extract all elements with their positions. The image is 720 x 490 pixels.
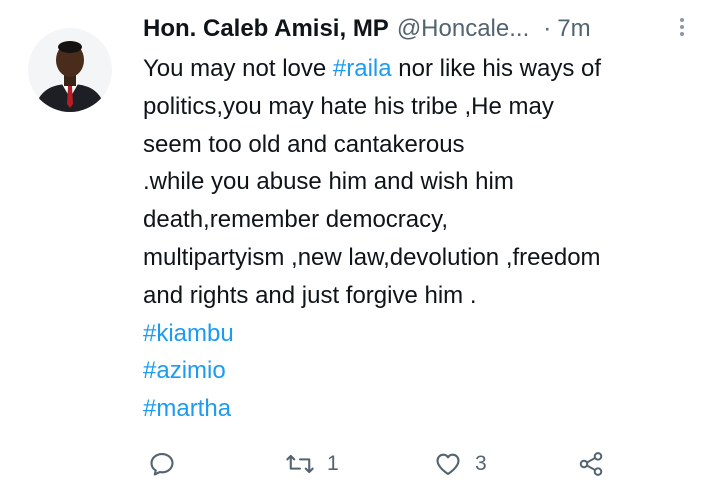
tweet-text-segment: politics,you may hate his tribe ,He may [143, 92, 554, 120]
share-button[interactable] [577, 450, 605, 478]
retweet-button[interactable]: 1 [285, 450, 339, 478]
timestamp[interactable]: 7m [557, 14, 590, 44]
tweet-line: and rights and just forgive him . [143, 277, 713, 315]
tweet-text-segment: and rights and just forgive him . [143, 281, 477, 309]
hashtag-link[interactable]: #raila [333, 55, 392, 82]
tweet-line: #martha [143, 390, 713, 428]
hashtag-link[interactable]: #martha [143, 395, 231, 422]
like-button[interactable]: 3 [433, 450, 487, 478]
tweet-line: multipartyism ,new law,devolution ,freed… [143, 239, 713, 277]
author-name[interactable]: Hon. Caleb Amisi, MP [143, 14, 389, 44]
retweet-count: 1 [327, 452, 339, 475]
tweet-header: Hon. Caleb Amisi, MP @Honcale... · 7m [143, 14, 591, 44]
reply-button[interactable] [148, 450, 176, 478]
tweet-line: death,remember democracy, [143, 201, 713, 239]
hashtag-link[interactable]: #azimio [143, 357, 226, 384]
reply-icon [150, 453, 174, 476]
share-icon [579, 452, 603, 476]
tweet-text-segment: nor like his ways of [391, 55, 602, 82]
tweet-line: .while you abuse him and wish him [143, 163, 713, 201]
tweet-line: #kiambu [143, 315, 713, 353]
retweet-icon [286, 454, 314, 474]
tweet-line: politics,you may hate his tribe ,He may [143, 88, 713, 126]
tweet-line: You may not love #raila nor like his way… [143, 50, 713, 88]
tweet-text-segment: You may not love [143, 55, 333, 82]
author-handle[interactable]: @Honcale... [397, 14, 529, 44]
tweet-line: #azimio [143, 352, 713, 390]
heart-icon [436, 453, 460, 475]
hashtag-link[interactable]: #kiambu [143, 320, 234, 347]
avatar[interactable] [28, 28, 112, 112]
tweet-line: seem too old and cantakerous [143, 126, 713, 164]
more-options-icon[interactable] [674, 16, 690, 38]
tweet-text-segment: multipartyism ,new law,devolution ,freed… [143, 243, 601, 271]
action-bar: 1 3 [0, 442, 720, 482]
separator-dot: · [543, 15, 552, 42]
tweet-text-segment: .while you abuse him and wish him [143, 168, 514, 196]
tweet-text-segment: seem too old and cantakerous [143, 130, 465, 158]
tweet-text: You may not love #raila nor like his way… [143, 50, 713, 428]
avatar-photo [28, 28, 112, 112]
tweet-text-segment: death,remember democracy, [143, 206, 449, 234]
like-count: 3 [475, 452, 487, 475]
